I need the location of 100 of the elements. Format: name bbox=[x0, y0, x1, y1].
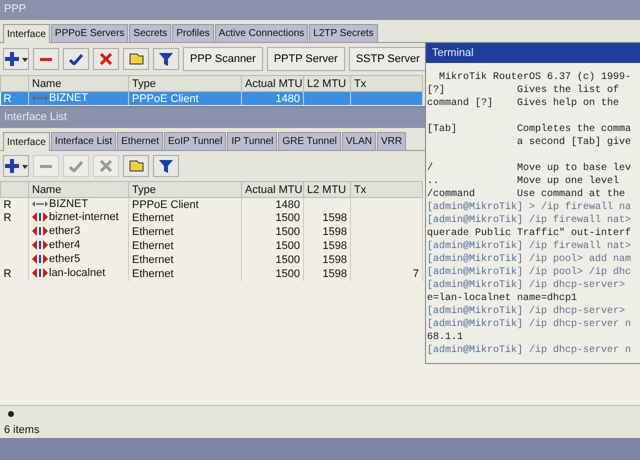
dot-icon bbox=[8, 411, 14, 417]
terminal-line: e=lan-localnet name=dhcp1 bbox=[427, 292, 578, 305]
terminal-line: Gives help on the bbox=[517, 98, 620, 109]
terminal-command: /ip dhcp-server> bbox=[529, 280, 626, 291]
terminal-prompt: [admin@MikroTik] bbox=[427, 319, 524, 330]
minus-icon bbox=[40, 58, 52, 60]
ethernet-interface-icon bbox=[32, 268, 48, 278]
plus-button[interactable] bbox=[3, 48, 29, 70]
toolbar-button[interactable]: SSTP Server bbox=[348, 47, 427, 71]
interface-type: Ethernet bbox=[132, 254, 174, 266]
interface-name[interactable]: BIZNET bbox=[49, 198, 88, 210]
cross-button[interactable] bbox=[93, 48, 119, 70]
tx-value: 7 bbox=[412, 268, 419, 280]
terminal-prompt: [admin@MikroTik] bbox=[427, 306, 524, 317]
ppp-interface-icon bbox=[32, 94, 48, 102]
terminal-line: 68.1.1 bbox=[427, 331, 464, 344]
tab[interactable]: Secrets bbox=[129, 24, 172, 42]
tab[interactable]: PPPoE Servers bbox=[50, 24, 128, 42]
terminal-prompt: [admin@MikroTik] bbox=[427, 241, 524, 252]
interface-type: PPPoE Client bbox=[132, 92, 199, 104]
column-header[interactable]: Tx bbox=[350, 182, 422, 198]
checkmark-button[interactable] bbox=[63, 48, 89, 70]
terminal-command: /ip firewall nat> bbox=[529, 241, 632, 252]
window-title: PPP bbox=[0, 0, 640, 20]
interface-type: Ethernet bbox=[132, 226, 174, 238]
tab[interactable]: Profiles bbox=[172, 24, 214, 42]
terminal-key: command [?] bbox=[427, 98, 494, 109]
mtu-value: 1480 bbox=[276, 198, 300, 210]
ethernet-interface-icon bbox=[32, 212, 48, 222]
flag-label: R bbox=[4, 212, 12, 224]
column-header[interactable]: Tx bbox=[350, 76, 422, 92]
column-header[interactable]: Name bbox=[28, 182, 128, 198]
terminal-command: /ip firewall nat> bbox=[529, 215, 632, 226]
terminal-prompt: [admin@MikroTik] bbox=[427, 215, 524, 226]
interface-name[interactable]: ether4 bbox=[49, 239, 80, 251]
terminal-line: Move up one level bbox=[517, 176, 620, 187]
tab[interactable]: Ethernet bbox=[117, 132, 163, 150]
column-header[interactable]: Type bbox=[128, 76, 242, 92]
checkmark-icon bbox=[69, 160, 83, 172]
tab[interactable]: L2TP Secrets bbox=[309, 24, 378, 42]
tab[interactable]: Active Connections bbox=[214, 24, 308, 42]
flag-label: R bbox=[4, 198, 12, 210]
interface-type: PPPoE Client bbox=[132, 198, 199, 210]
plus-icon bbox=[4, 159, 28, 173]
terminal-command: /ip pool> add nam bbox=[529, 254, 632, 265]
ppp-interface-icon bbox=[32, 200, 48, 208]
window-title: Terminal bbox=[426, 43, 640, 63]
tab[interactable]: VRR bbox=[377, 132, 406, 150]
terminal-key: [?] bbox=[427, 85, 446, 96]
funnel-icon bbox=[159, 52, 173, 66]
column-header[interactable]: Name bbox=[28, 76, 128, 92]
checkmark-icon bbox=[69, 54, 83, 64]
tab[interactable]: VLAN bbox=[342, 132, 376, 150]
l2-mtu-value: 1598 bbox=[322, 240, 347, 252]
toolbar-button[interactable]: PPTP Server bbox=[266, 47, 345, 71]
ethernet-interface-icon bbox=[32, 226, 48, 236]
terminal-command: /ip dhcp-server n bbox=[529, 319, 632, 330]
plus-button[interactable] bbox=[3, 155, 29, 177]
column-header[interactable]: Type bbox=[128, 182, 242, 198]
ethernet-interface-icon bbox=[32, 240, 48, 250]
terminal-command: /ip dhcp-server> bbox=[529, 306, 626, 317]
interface-name[interactable]: lan-localnet bbox=[49, 267, 106, 279]
funnel-button[interactable] bbox=[153, 155, 179, 177]
cross-icon bbox=[100, 53, 112, 65]
column-header[interactable]: Actual MTU bbox=[242, 182, 304, 198]
plus-icon bbox=[4, 52, 28, 66]
minus-button[interactable] bbox=[33, 48, 59, 70]
terminal-command: /ip dhcp-server n bbox=[529, 345, 632, 356]
interface-name[interactable]: ether3 bbox=[49, 225, 80, 237]
flag-label: R bbox=[4, 268, 12, 280]
interface-type: Ethernet bbox=[132, 240, 174, 252]
tab[interactable]: Interface bbox=[3, 132, 50, 151]
mtu-value: 1500 bbox=[276, 240, 300, 252]
l2-mtu-value: 1598 bbox=[322, 226, 347, 238]
interface-name[interactable]: ether5 bbox=[49, 253, 80, 265]
funnel-icon bbox=[159, 160, 173, 172]
column-header[interactable]: L2 MTU bbox=[304, 182, 350, 198]
interface-type: Ethernet bbox=[132, 212, 174, 224]
item-count: 6 items bbox=[4, 424, 40, 436]
tab[interactable]: Interface List bbox=[50, 132, 116, 150]
funnel-button[interactable] bbox=[153, 48, 179, 70]
tab[interactable]: GRE Tunnel bbox=[278, 132, 341, 150]
mtu-value: 1500 bbox=[276, 212, 300, 224]
terminal-line: querade Public Traffic" out-interf bbox=[427, 227, 632, 240]
tab[interactable]: Interface bbox=[3, 24, 50, 43]
terminal-line: Use command at the bbox=[517, 189, 626, 200]
toolbar-button[interactable]: PPP Scanner bbox=[183, 47, 263, 71]
tab[interactable]: EoIP Tunnel bbox=[164, 132, 226, 150]
column-header[interactable]: L2 MTU bbox=[304, 76, 350, 92]
terminal-command: > /ip firewall na bbox=[529, 202, 632, 213]
mtu-value: 1500 bbox=[276, 254, 300, 266]
column-header[interactable]: Actual MTU bbox=[242, 76, 304, 92]
terminal-line: MikroTik RouterOS 6.37 (c) 1999- bbox=[438, 71, 632, 84]
terminal-line: Gives the list of bbox=[517, 85, 620, 96]
interface-name[interactable]: biznet-internet bbox=[49, 211, 119, 223]
tab[interactable]: IP Tunnel bbox=[227, 132, 278, 150]
terminal-prompt: [admin@MikroTik] bbox=[427, 267, 524, 278]
mtu-value: 1500 bbox=[276, 268, 300, 280]
mtu-value: 1500 bbox=[276, 226, 300, 238]
interface-type: Ethernet bbox=[132, 268, 174, 280]
